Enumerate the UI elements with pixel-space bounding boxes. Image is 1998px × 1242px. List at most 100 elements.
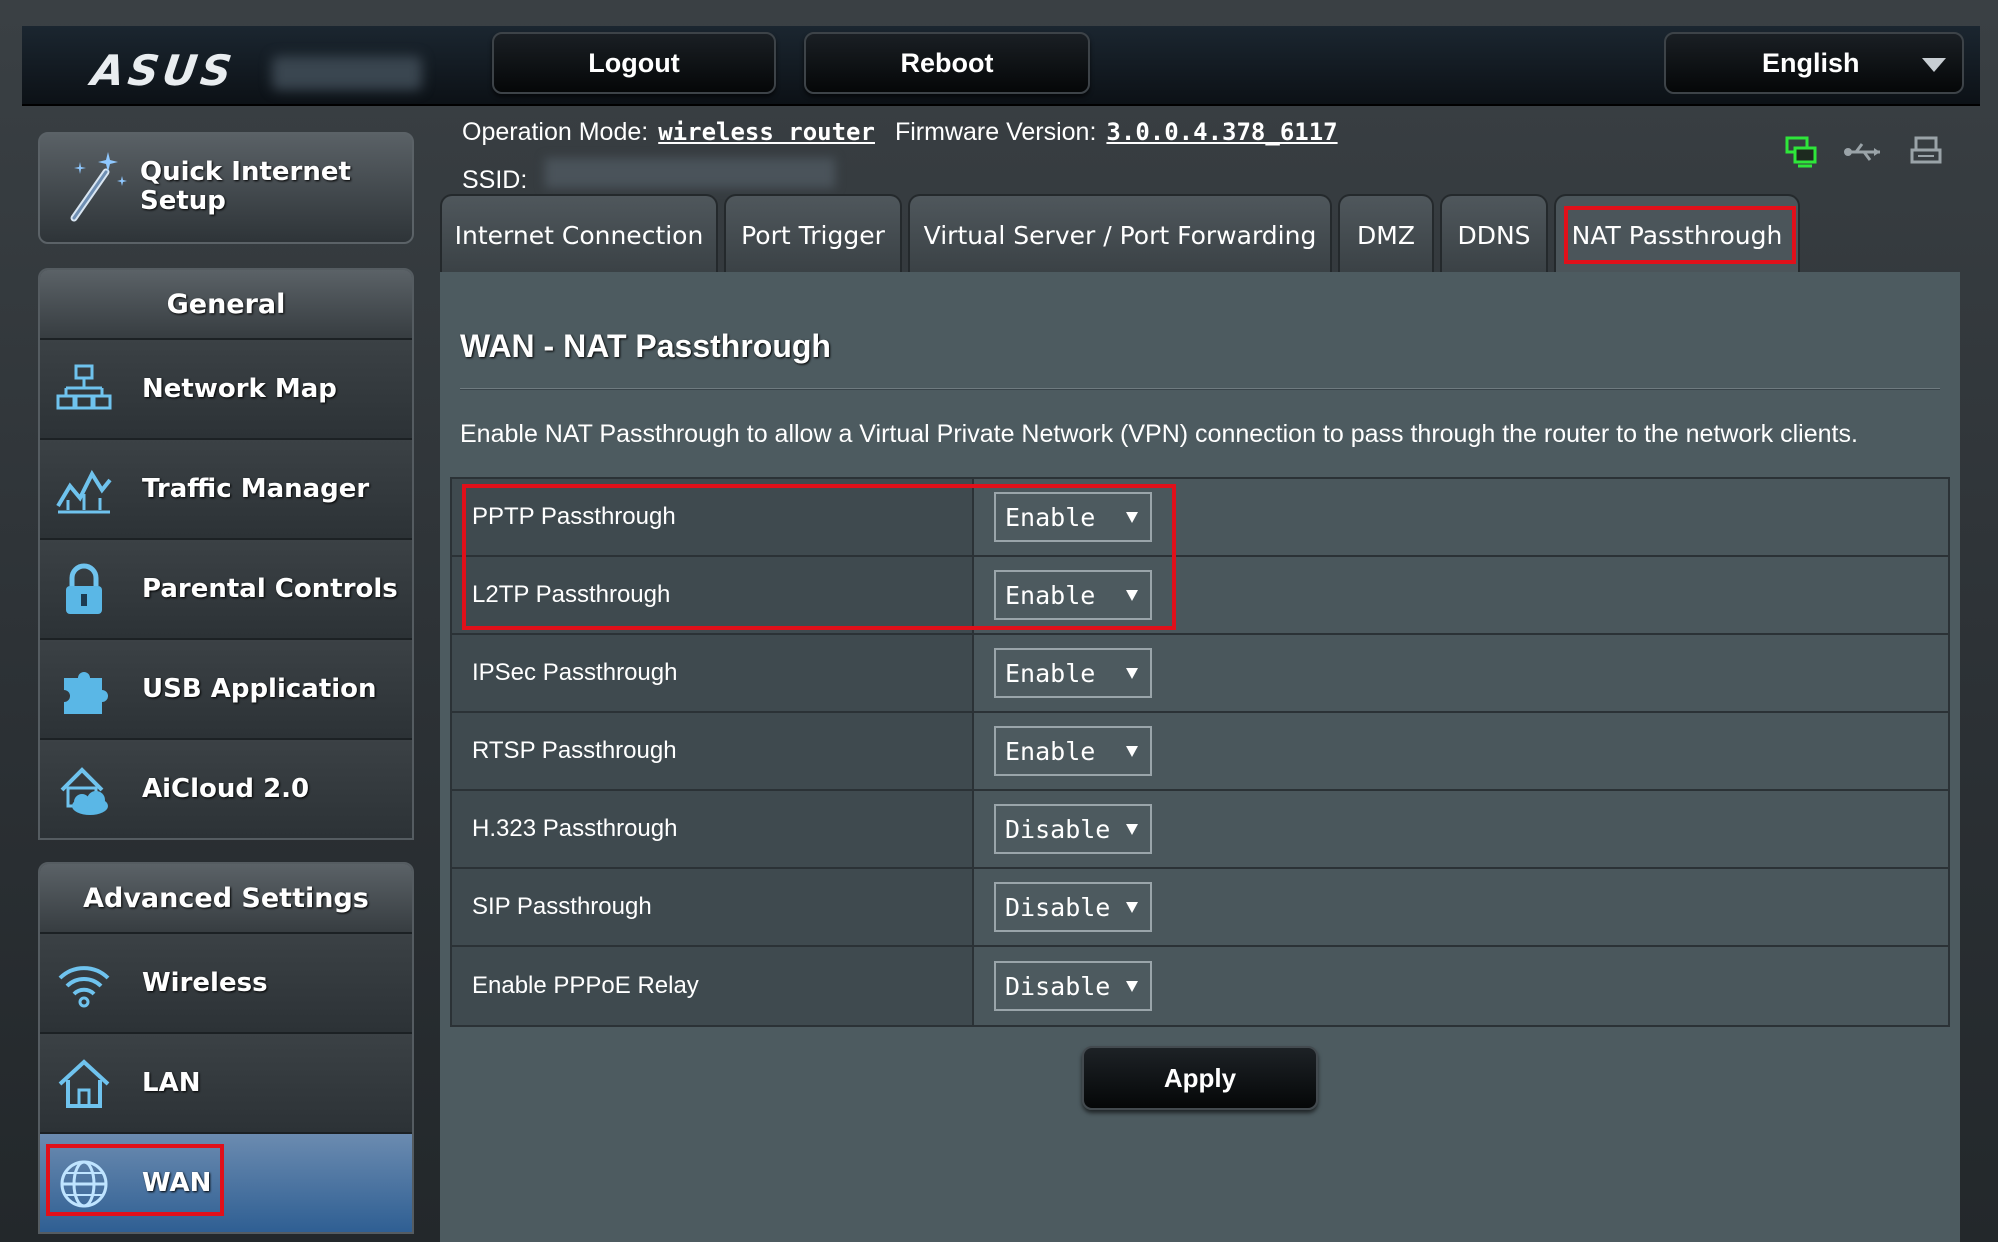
tab-dmz[interactable]: DMZ bbox=[1338, 194, 1434, 274]
traffic-manager-icon bbox=[56, 469, 112, 514]
sidebar-item-wireless[interactable]: Wireless bbox=[40, 932, 412, 1032]
setting-value-cell: Enable bbox=[974, 713, 1948, 789]
router-info: Operation Mode: wireless router Firmware… bbox=[462, 118, 1358, 198]
network-status-icon[interactable] bbox=[1784, 134, 1820, 170]
sip-passthrough-select[interactable]: Disable bbox=[994, 882, 1152, 932]
setting-value-cell: Disable bbox=[974, 869, 1948, 945]
operation-mode-label: Operation Mode: bbox=[462, 118, 649, 146]
top-bar: ASUS Logout Reboot English bbox=[22, 26, 1980, 106]
sidebar-item-network-map[interactable]: Network Map bbox=[40, 338, 412, 438]
ssid-value-redacted bbox=[545, 158, 836, 188]
main-panel: WAN - NAT Passthrough Enable NAT Passthr… bbox=[440, 272, 1960, 1242]
cloud-house-icon bbox=[60, 767, 108, 815]
table-row: L2TP Passthrough Enable bbox=[452, 557, 1948, 635]
setting-label: RTSP Passthrough bbox=[452, 713, 974, 789]
sidebar-section-general: General Network Map Traffic Manager Pare… bbox=[38, 268, 414, 840]
table-row: PPTP Passthrough Enable bbox=[452, 479, 1948, 557]
sidebar-item-parental-controls[interactable]: Parental Controls bbox=[40, 538, 412, 638]
sidebar-item-label: Wireless bbox=[142, 968, 268, 998]
sidebar-item-label: AiCloud 2.0 bbox=[142, 774, 310, 804]
language-select-value: English bbox=[1762, 47, 1860, 78]
operation-mode-link[interactable]: wireless router bbox=[658, 118, 875, 146]
tab-internet-connection[interactable]: Internet Connection bbox=[440, 194, 718, 274]
rtsp-passthrough-select[interactable]: Enable bbox=[994, 726, 1152, 776]
house-icon bbox=[58, 1059, 110, 1108]
select-value: Disable bbox=[1005, 971, 1111, 1001]
page-title: WAN - NAT Passthrough bbox=[460, 328, 831, 364]
setting-value-cell: Disable bbox=[974, 791, 1948, 867]
chevron-down-icon bbox=[1126, 590, 1138, 601]
sidebar-item-traffic-manager[interactable]: Traffic Manager bbox=[40, 438, 412, 538]
tab-port-trigger[interactable]: Port Trigger bbox=[724, 194, 902, 274]
setting-label: Enable PPPoE Relay bbox=[452, 947, 974, 1025]
setting-label: PPTP Passthrough bbox=[452, 479, 974, 555]
ipsec-passthrough-select[interactable]: Enable bbox=[994, 648, 1152, 698]
pptp-passthrough-select[interactable]: Enable bbox=[994, 492, 1152, 542]
title-divider bbox=[460, 388, 1940, 390]
sidebar-item-label: Traffic Manager bbox=[142, 474, 370, 504]
chevron-down-icon bbox=[1126, 902, 1138, 913]
l2tp-passthrough-select[interactable]: Enable bbox=[994, 570, 1152, 620]
printer-status-icon[interactable] bbox=[1908, 134, 1944, 170]
h323-passthrough-select[interactable]: Disable bbox=[994, 804, 1152, 854]
tab-virtual-server[interactable]: Virtual Server / Port Forwarding bbox=[908, 194, 1332, 274]
tab-label: Port Trigger bbox=[741, 220, 885, 250]
globe-icon bbox=[60, 1160, 108, 1208]
table-row: Enable PPPoE Relay Disable bbox=[452, 947, 1948, 1025]
sidebar-item-label: Parental Controls bbox=[142, 574, 398, 604]
lock-icon bbox=[66, 563, 102, 614]
select-value: Enable bbox=[1005, 658, 1096, 688]
network-map-icon bbox=[56, 364, 112, 410]
apply-button[interactable]: Apply bbox=[1082, 1046, 1318, 1110]
reboot-button[interactable]: Reboot bbox=[804, 32, 1090, 94]
sidebar-header-general: General bbox=[40, 270, 412, 338]
tab-label: DDNS bbox=[1457, 220, 1531, 250]
pppoe-relay-select[interactable]: Disable bbox=[994, 961, 1152, 1011]
sidebar-item-wan[interactable]: WAN bbox=[40, 1132, 412, 1232]
router-admin-page: ASUS Logout Reboot English Quick Interne… bbox=[0, 0, 1998, 1242]
setting-label: H.323 Passthrough bbox=[452, 791, 974, 867]
chevron-down-icon bbox=[1126, 746, 1138, 757]
tab-label: NAT Passthrough bbox=[1571, 220, 1783, 250]
tab-ddns[interactable]: DDNS bbox=[1440, 194, 1548, 274]
magic-wand-icon bbox=[70, 152, 127, 222]
quick-internet-setup-button[interactable]: Quick Internet Setup bbox=[38, 132, 414, 244]
chevron-down-icon bbox=[1922, 58, 1946, 72]
sidebar-item-usb-application[interactable]: USB Application bbox=[40, 638, 412, 738]
firmware-version-label: Firmware Version: bbox=[894, 118, 1097, 146]
tab-nat-passthrough[interactable]: NAT Passthrough bbox=[1554, 194, 1800, 274]
asus-logo: ASUS bbox=[88, 46, 239, 95]
language-select[interactable]: English bbox=[1664, 32, 1964, 94]
page-description: Enable NAT Passthrough to allow a Virtua… bbox=[460, 420, 1858, 448]
firmware-version-link[interactable]: 3.0.0.4.378_6117 bbox=[1106, 118, 1337, 146]
chevron-down-icon bbox=[1126, 824, 1138, 835]
logout-button[interactable]: Logout bbox=[492, 32, 776, 94]
setting-value-cell: Enable bbox=[974, 479, 1948, 555]
status-icons bbox=[1784, 134, 1944, 170]
sidebar-item-label: Network Map bbox=[142, 374, 337, 404]
setting-label: SIP Passthrough bbox=[452, 869, 974, 945]
select-value: Disable bbox=[1005, 814, 1111, 844]
tab-label: Virtual Server / Port Forwarding bbox=[923, 220, 1317, 250]
chevron-down-icon bbox=[1126, 981, 1138, 992]
usb-status-icon[interactable] bbox=[1844, 134, 1884, 170]
sidebar-item-label: LAN bbox=[142, 1068, 201, 1098]
model-name-redacted bbox=[272, 56, 422, 90]
settings-table: PPTP Passthrough Enable L2TP Passthrough… bbox=[450, 477, 1950, 1027]
table-row: H.323 Passthrough Disable bbox=[452, 791, 1948, 869]
tab-label: Internet Connection bbox=[454, 220, 704, 250]
select-value: Disable bbox=[1005, 892, 1111, 922]
sidebar-item-aicloud[interactable]: AiCloud 2.0 bbox=[40, 738, 412, 838]
setting-value-cell: Disable bbox=[974, 947, 1948, 1025]
table-row: RTSP Passthrough Enable bbox=[452, 713, 1948, 791]
table-row: IPSec Passthrough Enable bbox=[452, 635, 1948, 713]
setting-label: IPSec Passthrough bbox=[452, 635, 974, 711]
select-value: Enable bbox=[1005, 502, 1096, 532]
select-value: Enable bbox=[1005, 580, 1096, 610]
tab-label: DMZ bbox=[1357, 220, 1415, 250]
setting-value-cell: Enable bbox=[974, 635, 1948, 711]
table-row: SIP Passthrough Disable bbox=[452, 869, 1948, 947]
sidebar-item-lan[interactable]: LAN bbox=[40, 1032, 412, 1132]
ssid-label: SSID: bbox=[462, 166, 528, 194]
setting-value-cell: Enable bbox=[974, 557, 1948, 633]
